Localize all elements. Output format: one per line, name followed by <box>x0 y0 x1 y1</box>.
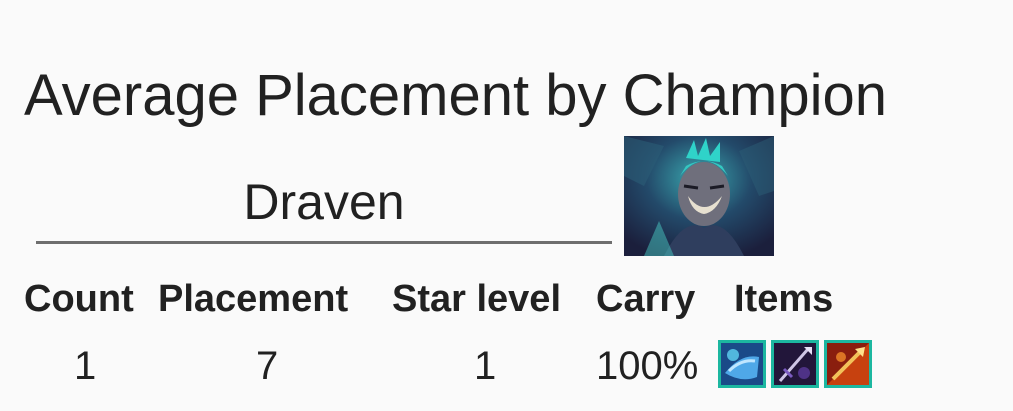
draven-portrait-icon <box>624 136 774 256</box>
column-header-items: Items <box>734 278 834 320</box>
cell-star-level: 1 <box>474 344 497 388</box>
column-header-placement: Placement <box>158 278 349 320</box>
cell-count: 1 <box>74 344 97 388</box>
column-header-carry: Carry <box>596 278 696 320</box>
item-icon-fire-spear[interactable] <box>824 340 872 388</box>
item-icon-purple-spear[interactable] <box>771 340 819 388</box>
column-header-count: Count <box>24 278 134 320</box>
champion-select-underline <box>36 241 612 244</box>
champion-name: Draven <box>243 174 405 230</box>
champion-select[interactable]: Draven <box>36 168 612 244</box>
column-header-star-level: Star level <box>392 278 561 320</box>
page-title: Average Placement by Champion <box>24 62 887 128</box>
cell-carry: 100% <box>596 344 699 388</box>
cell-placement: 7 <box>256 344 279 388</box>
item-icon-blue-shield[interactable] <box>718 340 766 388</box>
